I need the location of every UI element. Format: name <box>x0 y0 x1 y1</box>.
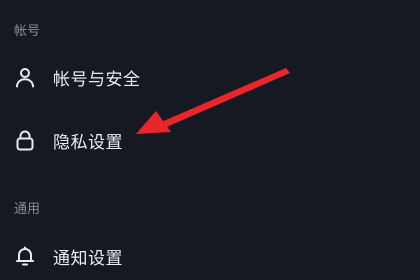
settings-item-label-privacy: 隐私设置 <box>53 132 123 153</box>
settings-item-privacy[interactable]: 隐私设置 <box>0 118 420 162</box>
section-header-account: 帐号 <box>14 24 41 39</box>
lock-icon <box>13 128 37 152</box>
user-icon <box>13 65 37 89</box>
settings-item-notifications[interactable]: 通知设置 <box>0 234 420 278</box>
settings-item-label-account-security: 帐号与安全 <box>53 69 141 90</box>
settings-item-label-notifications: 通知设置 <box>53 248 123 269</box>
section-header-general: 通用 <box>14 202 41 217</box>
bell-icon <box>13 244 37 268</box>
settings-item-account-security[interactable]: 帐号与安全 <box>0 55 420 99</box>
